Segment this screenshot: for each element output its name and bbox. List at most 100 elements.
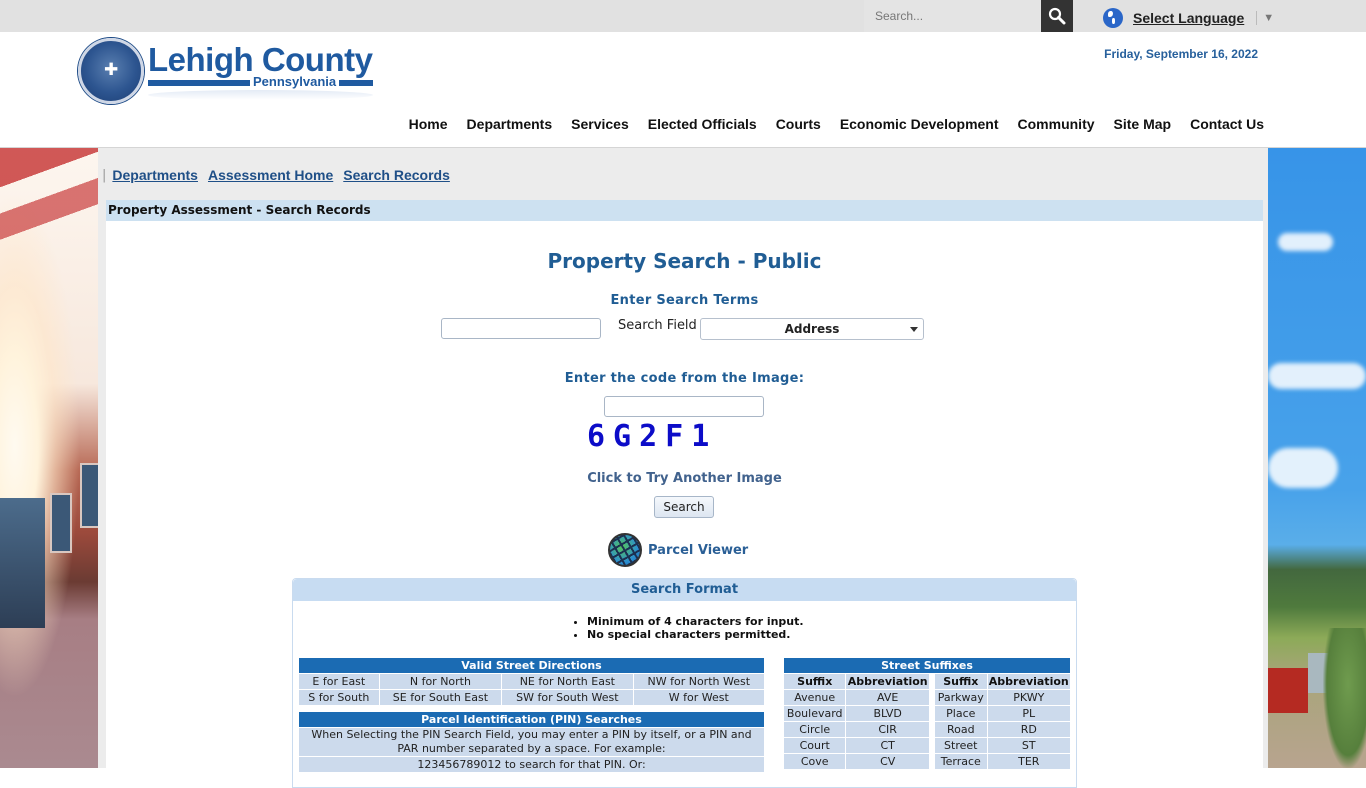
table-cell: E for East bbox=[299, 674, 379, 689]
column-header: Suffix bbox=[934, 674, 987, 689]
county-seal-icon bbox=[78, 38, 144, 104]
page-header: Property Assessment - Search Records bbox=[106, 200, 1263, 221]
search-format-box: Search Format Minimum of 4 characters fo… bbox=[292, 578, 1077, 788]
table-cell: CT bbox=[846, 738, 929, 753]
table-cell: BLVD bbox=[846, 706, 929, 721]
street-directions-table: Valid Street Directions E for East N for… bbox=[298, 657, 765, 706]
breadcrumb-departments[interactable]: Departments bbox=[112, 167, 198, 183]
logo-subtitle: Pennsylvania bbox=[250, 74, 340, 89]
table-row: Avenue AVE Parkway PKWY bbox=[784, 690, 1070, 705]
globe-icon bbox=[608, 533, 642, 567]
tree bbox=[1323, 628, 1366, 768]
background-photo-left bbox=[0, 148, 98, 768]
search-panel: Property Search - Public Enter Search Te… bbox=[106, 221, 1263, 788]
column-gap bbox=[929, 738, 934, 753]
pin-search-table: Parcel Identification (PIN) Searches Whe… bbox=[298, 711, 765, 773]
format-rules: Minimum of 4 characters for input. No sp… bbox=[575, 615, 804, 641]
table-cell: 123456789012 to search for that PIN. Or: bbox=[299, 757, 764, 772]
breadcrumb-separator: | bbox=[102, 167, 107, 183]
page-title: Property Search - Public bbox=[547, 249, 822, 273]
table-cell: PL bbox=[987, 706, 1070, 721]
parcel-viewer-link[interactable]: Parcel Viewer bbox=[608, 533, 748, 567]
search-format-title: Search Format bbox=[293, 579, 1076, 601]
table-cell: AVE bbox=[846, 690, 929, 705]
nav-community[interactable]: Community bbox=[1008, 116, 1104, 132]
table-cell: Avenue bbox=[784, 690, 846, 705]
table-cell: Road bbox=[934, 722, 987, 737]
site-search-input[interactable]: Search... bbox=[864, 0, 1041, 32]
logo-title: Lehigh County bbox=[148, 41, 373, 78]
pin-search-title: Parcel Identification (PIN) Searches bbox=[299, 712, 764, 727]
logo-reflection bbox=[148, 90, 373, 100]
red-barn bbox=[1268, 668, 1308, 713]
table-cell: TER bbox=[987, 754, 1070, 769]
column-header: Abbreviation bbox=[987, 674, 1070, 689]
table-row: S for South SE for South East SW for Sou… bbox=[299, 690, 764, 705]
search-button[interactable]: Search bbox=[654, 496, 714, 518]
breadcrumb-assessment-home[interactable]: Assessment Home bbox=[208, 167, 333, 183]
nav-departments[interactable]: Departments bbox=[457, 116, 562, 132]
column-gap bbox=[929, 706, 934, 721]
language-label[interactable]: Select Language bbox=[1133, 10, 1244, 26]
table-row: Circle CIR Road RD bbox=[784, 722, 1070, 737]
format-rule: No special characters permitted. bbox=[587, 628, 804, 641]
language-selector[interactable]: Select Language ▼ bbox=[1103, 8, 1274, 28]
table-row: E for East N for North NE for North East… bbox=[299, 674, 764, 689]
column-gap bbox=[929, 754, 934, 769]
table-cell: When Selecting the PIN Search Field, you… bbox=[299, 728, 764, 756]
table-cell: Boulevard bbox=[784, 706, 846, 721]
nav-site-map[interactable]: Site Map bbox=[1104, 116, 1181, 132]
captcha-refresh-link[interactable]: Click to Try Another Image bbox=[106, 471, 1263, 486]
breadcrumb-search-records[interactable]: Search Records bbox=[343, 167, 450, 183]
nav-services[interactable]: Services bbox=[562, 116, 639, 132]
main-nav: Home Departments Services Elected Offici… bbox=[399, 116, 1264, 132]
site-header: Lehigh County Pennsylvania Friday, Septe… bbox=[0, 32, 1366, 148]
format-rule: Minimum of 4 characters for input. bbox=[587, 615, 804, 628]
table-cell: Cove bbox=[784, 754, 846, 769]
current-date: Friday, September 16, 2022 bbox=[1104, 47, 1258, 61]
county-logo[interactable]: Lehigh County Pennsylvania bbox=[78, 38, 378, 108]
table-row: Court CT Street ST bbox=[784, 738, 1070, 753]
nav-elected-officials[interactable]: Elected Officials bbox=[638, 116, 766, 132]
search-field-label: Search Field bbox=[618, 318, 697, 333]
table-cell: Terrace bbox=[934, 754, 987, 769]
column-header: Abbreviation bbox=[846, 674, 929, 689]
search-field-value: Address bbox=[784, 322, 840, 336]
search-field-select[interactable]: Address bbox=[700, 318, 924, 340]
column-gap bbox=[929, 690, 934, 705]
table-cell: Place bbox=[934, 706, 987, 721]
nav-courts[interactable]: Courts bbox=[766, 116, 830, 132]
search-terms-label: Enter Search Terms bbox=[610, 293, 759, 308]
building-window bbox=[80, 463, 98, 528]
cloud bbox=[1268, 448, 1338, 488]
captcha-image: 6G2F1 bbox=[587, 419, 718, 454]
search-icon bbox=[1048, 7, 1066, 25]
street-suffixes-title: Street Suffixes bbox=[784, 658, 1070, 673]
captcha-label: Enter the code from the Image: bbox=[564, 371, 805, 386]
table-header-row: Suffix Abbreviation Suffix Abbreviation bbox=[784, 674, 1070, 689]
nav-economic-development[interactable]: Economic Development bbox=[830, 116, 1008, 132]
street-suffixes-table: Street Suffixes Suffix Abbreviation Suff… bbox=[783, 657, 1071, 770]
chevron-down-icon[interactable]: ▼ bbox=[1263, 12, 1274, 24]
table-cell: Court bbox=[784, 738, 846, 753]
nav-home[interactable]: Home bbox=[399, 116, 457, 132]
building-window bbox=[50, 493, 72, 553]
cloud bbox=[1278, 233, 1333, 251]
site-search-button[interactable] bbox=[1041, 0, 1073, 32]
content-area: | Departments Assessment Home Search Rec… bbox=[98, 148, 1268, 788]
table-cell: Street bbox=[934, 738, 987, 753]
building-glass bbox=[0, 498, 45, 628]
table-row: 123456789012 to search for that PIN. Or: bbox=[299, 757, 764, 772]
divider bbox=[1256, 11, 1258, 25]
captcha-input[interactable] bbox=[604, 396, 764, 417]
table-cell: SW for South West bbox=[502, 690, 633, 705]
table-cell: RD bbox=[987, 722, 1070, 737]
nav-contact-us[interactable]: Contact Us bbox=[1181, 116, 1264, 132]
search-terms-input[interactable] bbox=[441, 318, 601, 339]
globe-icon bbox=[1103, 8, 1123, 28]
street-directions-title: Valid Street Directions bbox=[299, 658, 764, 673]
table-cell: PKWY bbox=[987, 690, 1070, 705]
table-cell: Parkway bbox=[934, 690, 987, 705]
table-cell: NW for North West bbox=[633, 674, 764, 689]
column-gap bbox=[929, 674, 934, 689]
